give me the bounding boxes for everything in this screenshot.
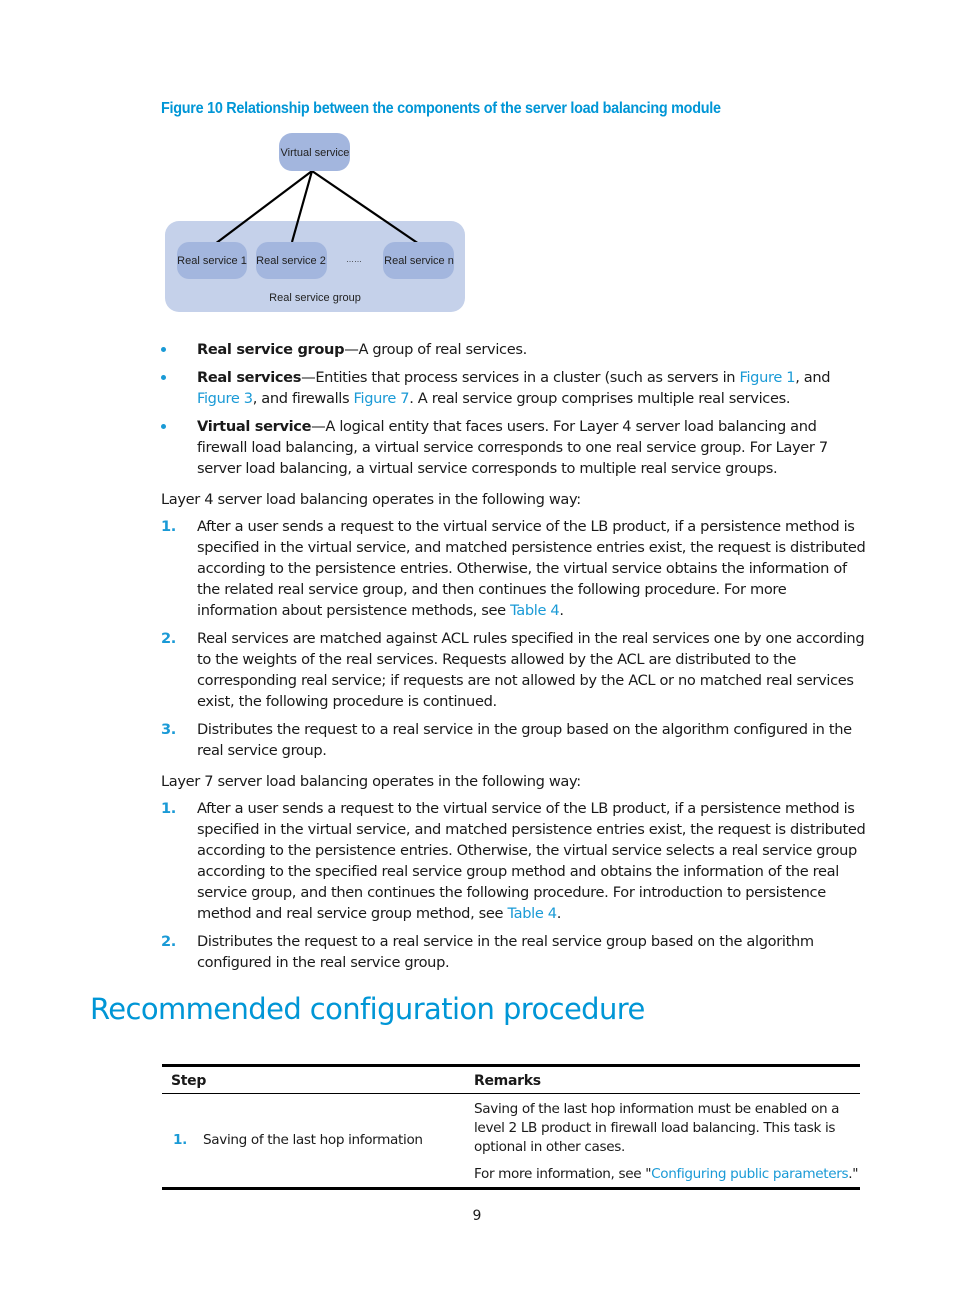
ellipsis: …… <box>346 255 362 264</box>
step-number: 1. <box>161 518 176 535</box>
bullet-term: Virtual service <box>197 418 312 435</box>
text: , and <box>795 369 831 386</box>
text: Real services are matched against ACL ru… <box>197 630 865 710</box>
em-dash: — <box>344 341 359 358</box>
em-dash: — <box>311 418 326 435</box>
real-service-n-label: Real service n <box>384 255 454 267</box>
text: For more information, see " <box>474 1166 652 1182</box>
figure-3-link[interactable]: Figure 3 <box>197 390 253 407</box>
bullet-desc: A group of real services. <box>358 341 527 358</box>
table-header-rule <box>162 1093 860 1094</box>
text: . A real service group comprises multipl… <box>409 390 791 407</box>
layer7-intro: Layer 7 server load balancing operates i… <box>161 773 581 790</box>
header-step: Step <box>171 1073 207 1089</box>
step-text: After a user sends a request to the virt… <box>197 516 869 621</box>
text: , and firewalls <box>252 390 354 407</box>
text: ." <box>848 1166 859 1182</box>
bullet-text: Real services—Entities that process serv… <box>197 367 869 409</box>
text: . <box>556 905 562 922</box>
step-number: 3. <box>161 721 176 738</box>
table-bottom-rule <box>162 1187 860 1190</box>
configuring-public-parameters-link[interactable]: Configuring public parameters <box>651 1166 848 1182</box>
row-step-text: Saving of the last hop information <box>203 1132 423 1148</box>
row-remarks-link-line: For more information, see "Configuring p… <box>474 1165 858 1184</box>
bullet-icon <box>161 375 166 380</box>
row-remarks-text: Saving of the last hop information must … <box>474 1101 840 1155</box>
figure-caption: Figure 10 Relationship between the compo… <box>161 100 721 117</box>
layer4-intro: Layer 4 server load balancing operates i… <box>161 491 581 508</box>
header-remarks: Remarks <box>474 1073 541 1089</box>
step-text: Real services are matched against ACL ru… <box>197 628 869 712</box>
bullet-desc: Entities that process services in a clus… <box>315 369 740 386</box>
bullet-icon <box>161 424 166 429</box>
real-service-group-label: Real service group <box>269 292 361 304</box>
real-service-2-label: Real service 2 <box>256 255 326 267</box>
real-service-1-label: Real service 1 <box>177 255 247 267</box>
step-number: 2. <box>161 933 176 950</box>
row-step-number: 1. <box>173 1132 187 1148</box>
step-text: Distributes the request to a real servic… <box>197 719 869 761</box>
figure-1-link[interactable]: Figure 1 <box>740 369 796 386</box>
step-number: 2. <box>161 630 176 647</box>
load-balancing-diagram: Virtual service Real service 1 Real serv… <box>165 133 465 312</box>
bullet-icon <box>161 347 166 352</box>
text: . <box>559 602 564 619</box>
step-text: Distributes the request to a real servic… <box>197 931 869 973</box>
virtual-service-label: Virtual service <box>281 147 350 159</box>
bullet-text: Real service group—A group of real servi… <box>197 339 869 360</box>
section-heading: Recommended configuration procedure <box>90 992 645 1026</box>
bullet-text: Virtual service—A logical entity that fa… <box>197 416 869 479</box>
bullet-term: Real service group <box>197 341 345 358</box>
page-number: 9 <box>472 1208 482 1224</box>
table-4-link[interactable]: Table 4 <box>510 602 560 619</box>
em-dash: — <box>301 369 316 386</box>
text: After a user sends a request to the virt… <box>197 800 866 922</box>
step-text: After a user sends a request to the virt… <box>197 798 869 924</box>
text: Distributes the request to a real servic… <box>197 721 852 759</box>
figure-7-link[interactable]: Figure 7 <box>354 390 410 407</box>
table-4-link[interactable]: Table 4 <box>507 905 557 922</box>
step-number: 1. <box>161 800 176 817</box>
text: Distributes the request to a real servic… <box>197 933 814 971</box>
table-top-rule <box>162 1064 860 1067</box>
bullet-term: Real services <box>197 369 302 386</box>
config-procedure-table: Step Remarks 1. Saving of the last hop i… <box>162 1064 860 1190</box>
